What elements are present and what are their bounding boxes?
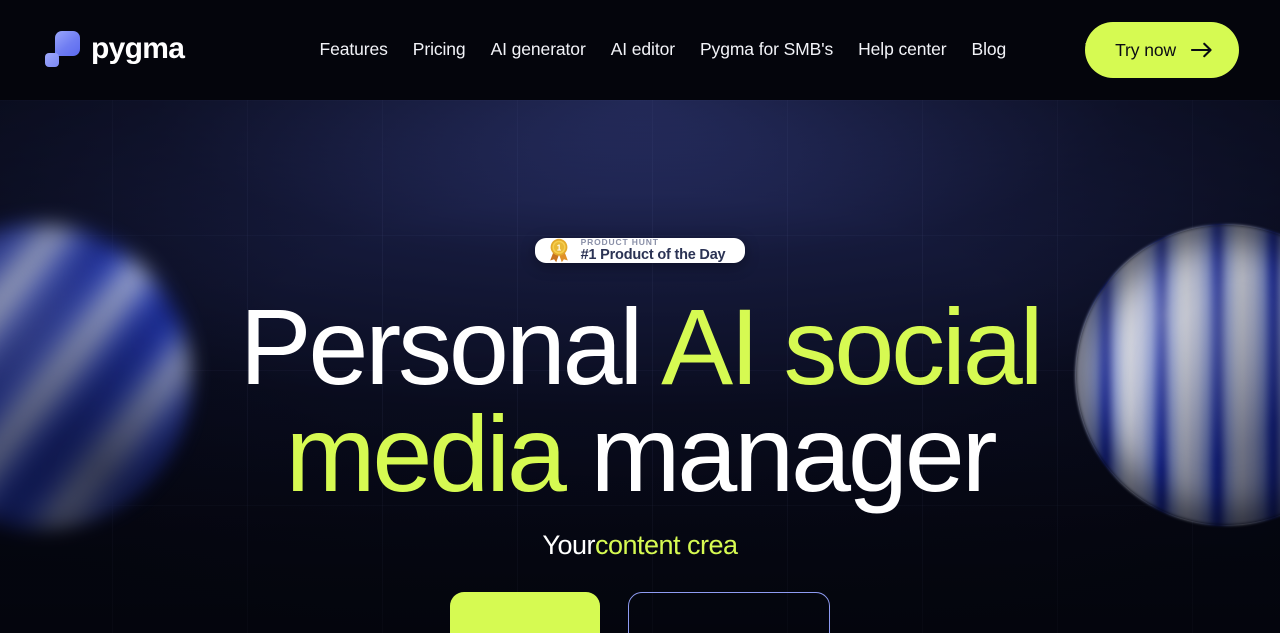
headline-part-2: AI social <box>661 286 1044 408</box>
nav-item-ai-generator[interactable]: AI generator <box>478 41 598 59</box>
primary-nav: Features Pricing AI generator AI editor … <box>307 0 1139 100</box>
try-now-label: Try now <box>1115 39 1176 60</box>
brand-logo[interactable]: pygma <box>45 31 185 67</box>
nav-item-ai-editor[interactable]: AI editor <box>598 41 687 59</box>
nav-item-pricing[interactable]: Pricing <box>400 41 478 59</box>
nav-item-features[interactable]: Features <box>307 41 400 59</box>
site-header: pygma Features Pricing AI generator AI e… <box>0 0 1280 100</box>
headline-part-4: manager <box>563 393 998 515</box>
hero-subtitle: Your content crea <box>542 530 738 561</box>
headline-part-3: media <box>285 393 567 515</box>
pygma-squares-logo-icon <box>45 31 80 67</box>
hero-secondary-cta-button[interactable] <box>628 592 830 633</box>
nav-item-blog[interactable]: Blog <box>959 41 1019 59</box>
hero-content: 1 PRODUCT HUNT #1 Product of the Day Per… <box>0 100 1280 633</box>
try-now-button[interactable]: Try now <box>1085 22 1239 78</box>
page-root: pygma Features Pricing AI generator AI e… <box>0 0 1280 633</box>
nav-item-pygma-for-smbs[interactable]: Pygma for SMB's <box>687 41 845 59</box>
product-hunt-badge[interactable]: 1 PRODUCT HUNT #1 Product of the Day <box>534 237 746 264</box>
nav-item-help-center[interactable]: Help center <box>846 41 959 59</box>
headline-part-1: Personal <box>239 286 662 408</box>
brand-name: pygma <box>91 32 185 65</box>
svg-text:1: 1 <box>556 244 561 253</box>
hero-headline: Personal AI social media manager <box>240 293 1044 508</box>
hero-section: 1 PRODUCT HUNT #1 Product of the Day Per… <box>0 100 1280 633</box>
gold-medal-icon: 1 <box>548 238 570 263</box>
product-hunt-kicker: PRODUCT HUNT <box>580 237 659 247</box>
subtitle-static-text: Your <box>542 530 595 561</box>
arrow-right-icon <box>1190 42 1213 58</box>
product-hunt-title: #1 Product of the Day <box>580 246 726 263</box>
hero-primary-cta-button[interactable] <box>450 592 600 633</box>
subtitle-typed-text: content crea <box>594 530 738 561</box>
hero-button-group <box>450 592 830 633</box>
